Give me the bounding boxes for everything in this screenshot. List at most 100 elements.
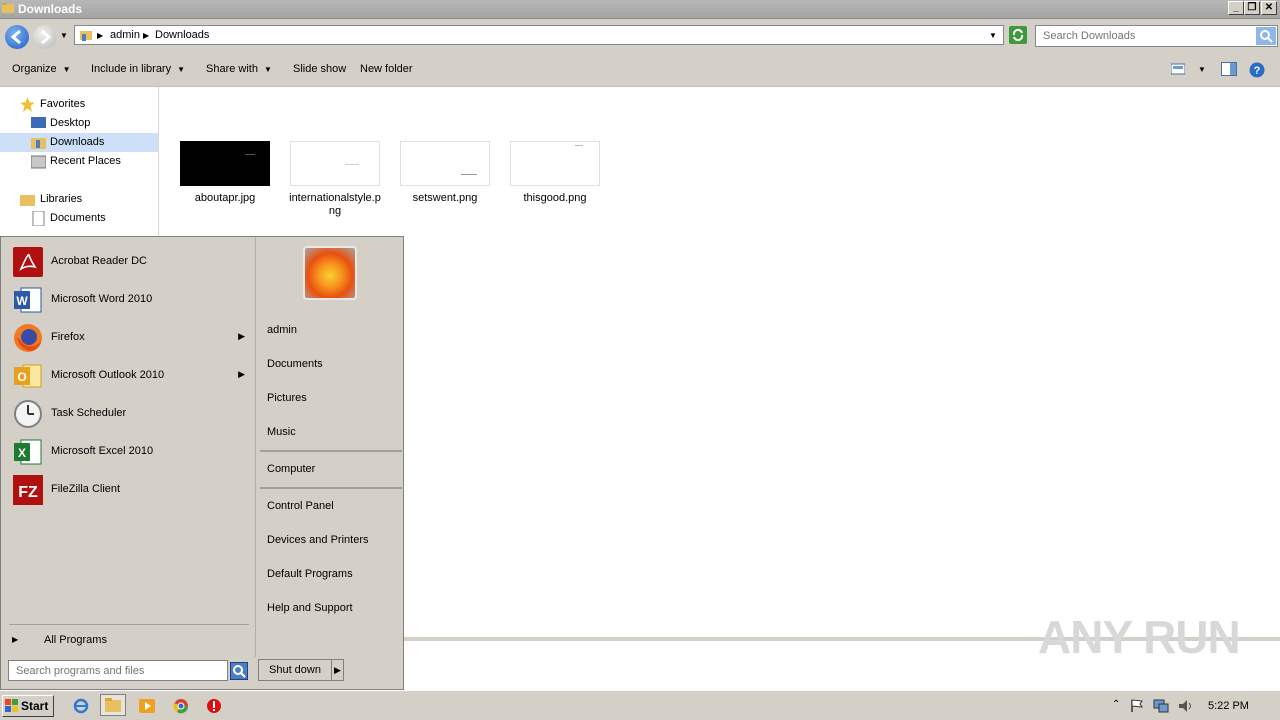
acrobat-icon (13, 247, 43, 277)
search-input[interactable] (1041, 29, 1255, 43)
program-word[interactable]: W Microsoft Word 2010 (11, 283, 251, 317)
program-label: Microsoft Outlook 2010 (51, 369, 165, 381)
file-item[interactable]: setswent.png (399, 141, 491, 205)
program-firefox[interactable]: Firefox ▶ (11, 321, 251, 355)
window-title: Downloads (18, 2, 83, 16)
excel-icon: X (14, 439, 42, 465)
program-acrobat-reader[interactable]: Acrobat Reader DC (11, 245, 251, 279)
nav-downloads-label: Downloads (50, 136, 105, 148)
share-with-button[interactable]: Share with ▼ (206, 63, 272, 75)
submenu-arrow-icon: ▶ (238, 331, 245, 341)
user-avatar[interactable] (303, 246, 357, 300)
back-button[interactable] (5, 25, 29, 49)
view-options-dropdown[interactable]: ▼ (1198, 65, 1206, 74)
program-excel[interactable]: X Microsoft Excel 2010 (11, 435, 251, 469)
search-box[interactable] (1035, 25, 1278, 47)
shut-down-options-button[interactable]: ▶ (331, 659, 344, 681)
all-programs-arrow-icon: ▶ (12, 635, 19, 644)
link-help-support[interactable]: Help and Support (267, 602, 353, 614)
volume-icon[interactable] (1178, 699, 1194, 713)
action-center-flag-icon[interactable] (1130, 699, 1144, 713)
clock[interactable]: 5:22 PM (1208, 700, 1249, 712)
address-field[interactable]: ▶ admin ▶ Downloads ▼ (74, 25, 1004, 45)
documents-icon (32, 211, 45, 226)
link-default-programs[interactable]: Default Programs (267, 568, 353, 580)
back-arrow-icon (10, 29, 21, 45)
show-hidden-icons-button[interactable]: ⌃ (1112, 699, 1120, 710)
link-documents[interactable]: Documents (267, 358, 323, 370)
explorer-taskbar-button[interactable] (100, 694, 126, 716)
start-search-box[interactable] (8, 660, 228, 681)
include-in-library-label: Include in library (91, 63, 172, 75)
internet-explorer-icon[interactable] (72, 698, 90, 714)
start-menu-links: admin Documents Pictures Music Computer … (255, 237, 404, 657)
windows-logo-icon (5, 699, 18, 712)
preview-pane-icon[interactable] (1221, 62, 1237, 76)
start-search-button[interactable] (230, 662, 248, 680)
slide-show-button[interactable]: Slide show (293, 63, 346, 75)
link-music[interactable]: Music (267, 426, 296, 438)
search-button[interactable] (1256, 27, 1276, 45)
all-programs-button[interactable]: All Programs (44, 634, 107, 646)
breadcrumb-arrow[interactable]: ▶ (143, 31, 149, 40)
folder-icon (105, 698, 121, 712)
share-with-label: Share with (206, 63, 258, 75)
network-icon[interactable] (1153, 699, 1169, 713)
breadcrumb-admin[interactable]: admin (110, 29, 140, 41)
media-player-icon[interactable] (138, 698, 156, 714)
include-in-library-button[interactable]: Include in library ▼ (91, 63, 185, 75)
nav-documents-label: Documents (50, 212, 106, 224)
title-bar: Downloads _ ❐ ✕ (0, 0, 1280, 19)
file-thumbnail (510, 141, 600, 186)
shut-down-button[interactable]: Shut down (258, 659, 332, 681)
file-item[interactable]: internationalstyle.png (289, 141, 381, 218)
address-bar-row: ▼ ▶ admin ▶ Downloads ▼ (0, 19, 1280, 53)
task-scheduler-icon (14, 400, 42, 428)
program-label: Microsoft Word 2010 (51, 293, 153, 305)
start-search-input[interactable] (14, 664, 223, 678)
minimize-button[interactable]: _ (1228, 1, 1244, 15)
stop-icon[interactable] (205, 698, 223, 714)
program-filezilla[interactable]: FZ FileZilla Client (11, 473, 251, 507)
link-pictures[interactable]: Pictures (267, 392, 307, 404)
nav-downloads[interactable]: Downloads (0, 133, 158, 152)
command-bar: Organize ▼ Include in library ▼ Share with… (0, 53, 1280, 87)
submenu-arrow-icon: ▶ (238, 369, 245, 379)
refresh-icon (1012, 28, 1024, 42)
new-folder-button[interactable]: New folder (360, 63, 413, 75)
file-name: aboutapr.jpg (194, 192, 256, 204)
program-label: Acrobat Reader DC (51, 255, 147, 267)
file-item[interactable]: thisgood.png (509, 141, 601, 205)
nav-favorites[interactable]: Favorites (0, 95, 158, 114)
change-view-icon[interactable] (1171, 63, 1185, 75)
link-devices-printers[interactable]: Devices and Printers (267, 534, 369, 546)
program-outlook[interactable]: O Microsoft Outlook 2010 ▶ (11, 359, 251, 393)
refresh-button[interactable] (1009, 26, 1027, 44)
breadcrumb-downloads[interactable]: Downloads (155, 29, 209, 41)
divider (260, 450, 402, 452)
restore-button[interactable]: ❐ (1244, 1, 1260, 15)
link-control-panel[interactable]: Control Panel (267, 500, 334, 512)
nav-documents[interactable]: Documents (0, 209, 158, 228)
link-admin[interactable]: admin (267, 324, 297, 336)
libraries-icon (20, 195, 35, 206)
forward-button[interactable] (33, 25, 57, 49)
file-item[interactable]: aboutapr.jpg (179, 141, 271, 205)
breadcrumb-arrow[interactable]: ▶ (97, 31, 103, 40)
recent-places-icon (31, 155, 46, 169)
file-name: setswent.png (412, 192, 478, 204)
close-button[interactable]: ✕ (1261, 1, 1277, 15)
program-task-scheduler[interactable]: Task Scheduler (11, 397, 251, 431)
nav-libraries[interactable]: Libraries (0, 190, 158, 209)
help-icon[interactable]: ? (1249, 62, 1265, 78)
address-dropdown[interactable]: ▼ (989, 31, 997, 40)
chrome-icon[interactable] (172, 698, 190, 714)
svg-text:W: W (16, 294, 28, 308)
recent-pages-dropdown[interactable]: ▼ (60, 31, 68, 40)
file-thumbnail (180, 141, 270, 186)
nav-desktop[interactable]: Desktop (0, 114, 158, 133)
link-computer[interactable]: Computer (267, 463, 315, 475)
nav-recent-places[interactable]: Recent Places (0, 152, 158, 171)
start-button[interactable]: Start (2, 695, 54, 717)
organize-button[interactable]: Organize ▼ (12, 63, 71, 75)
